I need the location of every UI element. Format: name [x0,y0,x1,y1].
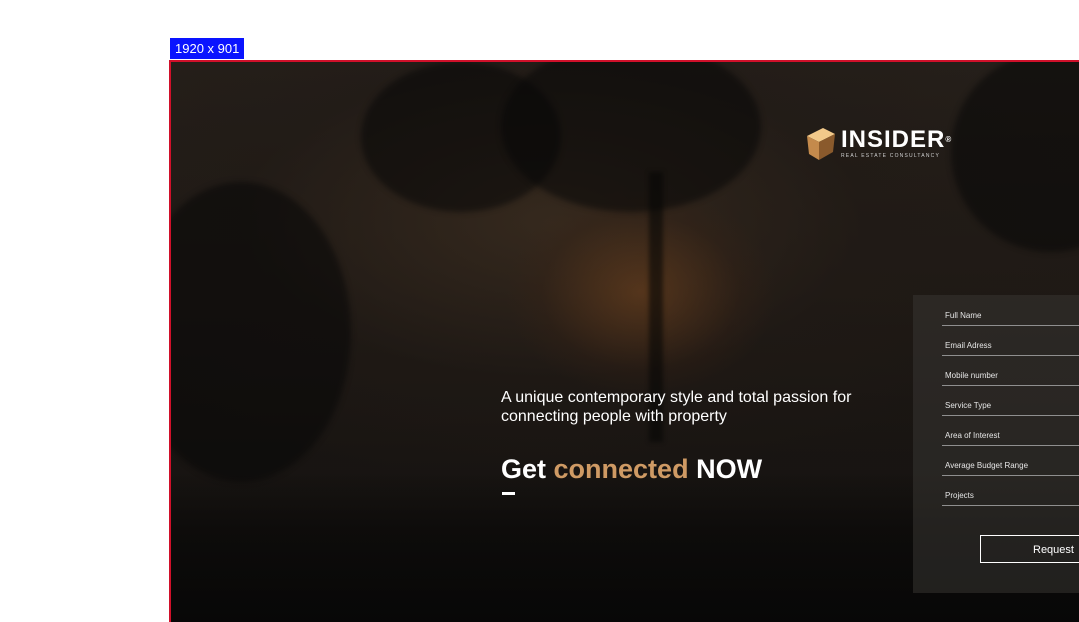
request-button[interactable]: Request [980,535,1079,563]
hero-tagline: A unique contemporary style and total pa… [501,389,852,425]
field-label: Average Budget Range [945,461,1029,470]
logo-cube-icon [803,124,837,162]
registered-mark: ® [945,134,953,144]
email-field[interactable]: Email Adress [942,325,1079,356]
field-label: Email Adress [945,341,992,350]
viewport-size-badge: 1920 x 901 [170,38,245,59]
service-type-select[interactable]: Service Type [942,385,1079,416]
background-tree-silhouette [951,62,1079,252]
headline-accent: connected [553,454,689,484]
field-label: Projects [945,491,974,500]
field-label: Full Name [945,311,982,320]
landing-page-viewport: INSIDER® REAL ESTATE CONSULTANCY A uniqu… [169,60,1079,622]
area-of-interest-select[interactable]: Area of Interest [942,415,1079,446]
headline-underline [502,492,515,495]
background-tree-silhouette [171,182,351,482]
projects-select[interactable]: Projects [942,475,1079,506]
contact-form: Full Name Email Adress Mobile number Ser… [913,295,1079,593]
logo-word: INSIDER [841,125,946,153]
hero-headline: Get connected NOW [501,454,762,485]
budget-range-select[interactable]: Average Budget Range [942,445,1079,476]
field-label: Area of Interest [945,431,1000,440]
field-label: Service Type [945,401,992,410]
field-label: Mobile number [945,371,998,380]
full-name-field[interactable]: Full Name [942,295,1079,326]
mobile-number-field[interactable]: Mobile number [942,355,1079,386]
headline-prefix: Get [501,454,547,484]
logo-wordmark: INSIDER® [841,125,953,153]
logo-subtitle: REAL ESTATE CONSULTANCY [841,152,941,159]
background-palm-silhouette [501,62,761,212]
insider-logo[interactable]: INSIDER® REAL ESTATE CONSULTANCY [803,124,952,162]
headline-suffix: NOW [696,454,763,484]
